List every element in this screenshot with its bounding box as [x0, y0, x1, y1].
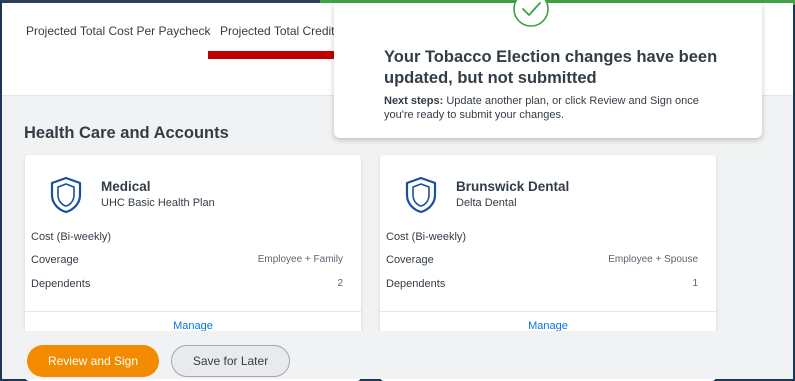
coverage-label: Coverage [386, 254, 434, 266]
cost-label: Cost (Bi-weekly) [386, 231, 467, 243]
plan-name: Medical [101, 179, 151, 194]
section-title: Health Care and Accounts [24, 124, 229, 142]
card-divider [380, 311, 716, 312]
plan-carrier: Delta Dental [456, 197, 517, 209]
plan-carrier: UHC Basic Health Plan [101, 197, 215, 209]
dependents-label: Dependents [386, 278, 446, 290]
cost-label: Cost (Bi-weekly) [31, 231, 112, 243]
save-for-later-button[interactable]: Save for Later [171, 345, 290, 377]
plan-name: Brunswick Dental [456, 179, 570, 194]
card-divider [25, 311, 361, 312]
action-footer: Review and Sign Save for Later [2, 331, 793, 379]
toast-title: Your Tobacco Election changes have been … [384, 48, 718, 87]
shield-icon [405, 176, 437, 214]
next-steps-label: Next steps: [384, 95, 444, 107]
dependents-label: Dependents [31, 278, 91, 290]
dependents-value: 1 [692, 278, 698, 289]
cost-per-paycheck-label: Projected Total Cost Per Paycheck [26, 24, 211, 38]
coverage-label: Coverage [31, 254, 79, 266]
coverage-value: Employee + Spouse [608, 254, 698, 265]
check-circle-icon [513, 0, 549, 27]
dependents-value: 2 [337, 278, 343, 289]
success-toast: Your Tobacco Election changes have been … [334, 0, 762, 138]
total-credits-label: Projected Total Credits [220, 24, 340, 38]
coverage-value: Employee + Family [257, 254, 343, 265]
toast-message: Next steps: Update another plan, or clic… [384, 94, 724, 122]
review-and-sign-button[interactable]: Review and Sign [27, 345, 159, 377]
shield-icon [50, 176, 82, 214]
